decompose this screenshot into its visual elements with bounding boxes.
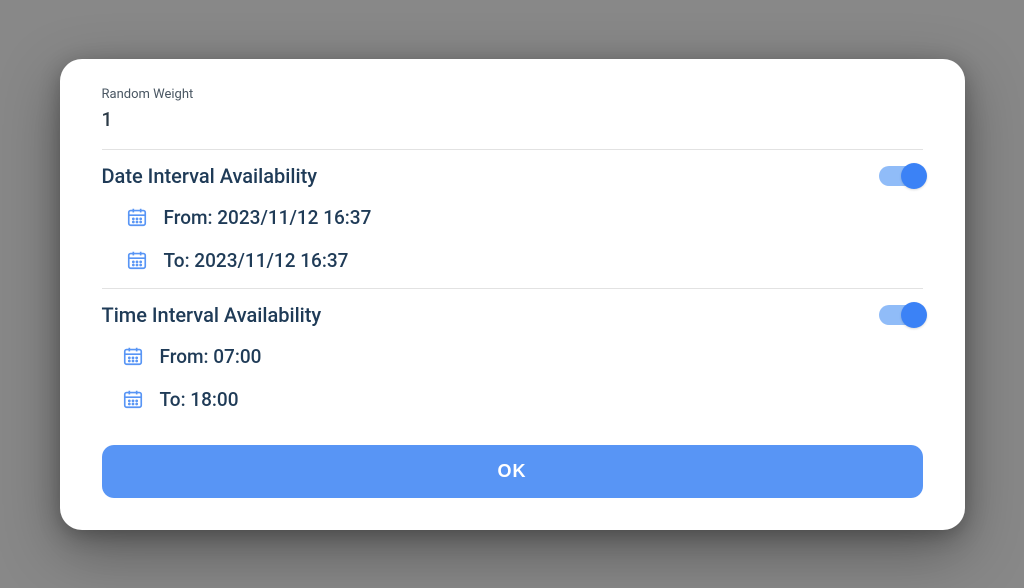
date-interval-toggle[interactable] xyxy=(879,166,923,186)
time-interval-toggle[interactable] xyxy=(879,305,923,325)
ok-button[interactable]: OK xyxy=(102,445,923,498)
date-to-row[interactable]: To: 2023/11/12 16:37 xyxy=(102,239,923,282)
calendar-icon xyxy=(122,388,144,410)
time-interval-section: Time Interval Availability From: 07:00 xyxy=(102,289,923,427)
date-interval-header: Date Interval Availability xyxy=(102,150,923,196)
time-interval-title: Time Interval Availability xyxy=(102,303,322,327)
time-to-text: To: 18:00 xyxy=(160,388,239,411)
time-from-text: From: 07:00 xyxy=(160,345,262,368)
date-from-text: From: 2023/11/12 16:37 xyxy=(164,206,372,229)
date-interval-title: Date Interval Availability xyxy=(102,164,318,188)
random-weight-section: Random Weight 1 xyxy=(102,87,923,150)
date-to-text: To: 2023/11/12 16:37 xyxy=(164,249,349,272)
random-weight-label: Random Weight xyxy=(102,87,923,102)
time-from-row[interactable]: From: 07:00 xyxy=(102,335,923,378)
calendar-icon xyxy=(126,249,148,271)
settings-card: Random Weight 1 Date Interval Availabili… xyxy=(60,59,965,530)
date-interval-section: Date Interval Availability From: 2023/11… xyxy=(102,150,923,289)
random-weight-value[interactable]: 1 xyxy=(102,108,923,131)
time-interval-header: Time Interval Availability xyxy=(102,289,923,335)
calendar-icon xyxy=(122,345,144,367)
time-to-row[interactable]: To: 18:00 xyxy=(102,378,923,421)
calendar-icon xyxy=(126,206,148,228)
date-from-row[interactable]: From: 2023/11/12 16:37 xyxy=(102,196,923,239)
